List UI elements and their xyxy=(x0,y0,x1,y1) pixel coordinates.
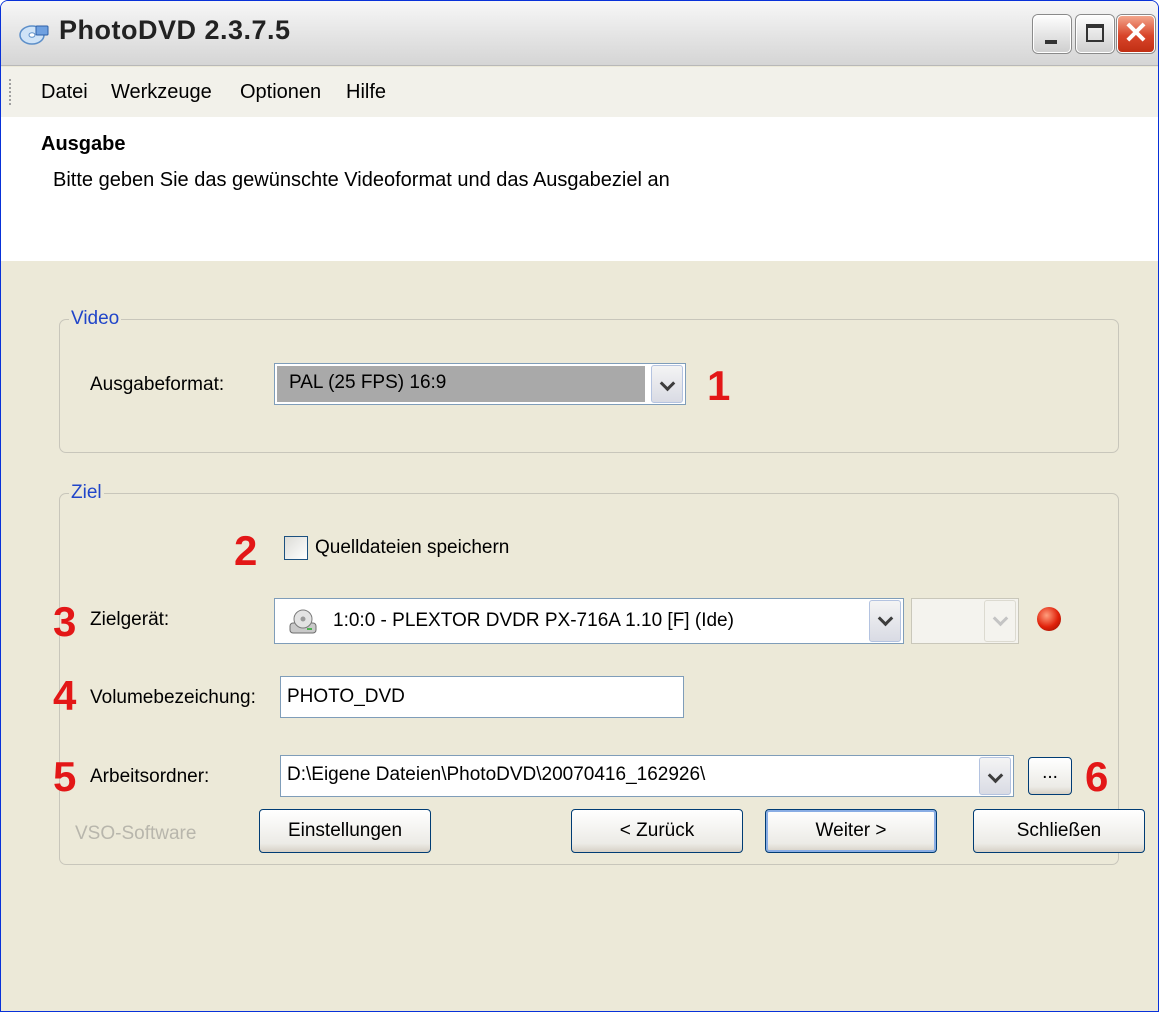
photodvd-app-icon xyxy=(19,25,49,45)
target-device-value: 1:0:0 - PLEXTOR DVDR PX-716A 1.10 [F] (I… xyxy=(333,610,734,631)
close-window-button[interactable]: ✕ xyxy=(1117,15,1155,53)
annotation-5: 5 xyxy=(53,753,77,800)
target-device-select[interactable]: 1:0:0 - PLEXTOR DVDR PX-716A 1.10 [F] (I… xyxy=(274,598,904,644)
annotation-3: 3 xyxy=(53,598,77,645)
status-led-icon xyxy=(1037,607,1061,631)
page-title: Ausgabe xyxy=(41,133,126,155)
menu-datei[interactable]: Datei xyxy=(41,81,88,104)
working-folder-select[interactable]: D:\Eigene Dateien\PhotoDVD\20070416_1629… xyxy=(280,755,1014,797)
video-group-legend: Video xyxy=(69,308,122,330)
save-sources-checkbox[interactable] xyxy=(284,536,308,560)
menu-hilfe[interactable]: Hilfe xyxy=(346,81,386,104)
menu-optionen[interactable]: Optionen xyxy=(240,81,321,104)
back-button-label: < Zurück xyxy=(619,820,695,841)
output-format-value: PAL (25 FPS) 16:9 xyxy=(289,372,447,393)
dvd-drive-icon xyxy=(289,609,317,634)
working-folder-label: Arbeitsordner: xyxy=(90,766,210,787)
wizard-header: Ausgabe Bitte geben Sie das gewünschte V… xyxy=(1,117,1158,261)
chevron-down-icon xyxy=(984,600,1016,642)
target-device-label: Zielgerät: xyxy=(90,609,170,630)
annotation-4: 4 xyxy=(53,672,77,719)
minimize-button[interactable] xyxy=(1033,15,1071,53)
title-bar[interactable]: PhotoDVD 2.3.7.5 ✕ xyxy=(1,1,1158,66)
output-format-select[interactable]: PAL (25 FPS) 16:9 xyxy=(274,363,686,405)
working-folder-value: D:\Eigene Dateien\PhotoDVD\20070416_1629… xyxy=(287,764,706,785)
annotation-6: 6 xyxy=(1085,753,1109,800)
chevron-down-icon[interactable] xyxy=(979,757,1011,795)
close-icon: ✕ xyxy=(1123,17,1149,50)
output-format-label: Ausgabeformat: xyxy=(90,374,225,395)
save-sources-label[interactable]: Quelldateien speichern xyxy=(315,537,509,559)
drive-speed-select xyxy=(911,598,1019,644)
volume-label-label: Volumebezeichung: xyxy=(90,687,256,708)
toolbar-grip[interactable] xyxy=(9,79,14,105)
close-button-label: Schließen xyxy=(1016,820,1102,841)
settings-button[interactable]: Einstellungen xyxy=(259,809,431,853)
back-button[interactable]: < Zurück xyxy=(571,809,743,853)
vso-software-brand: VSO-Software xyxy=(75,823,197,844)
chevron-down-icon[interactable] xyxy=(869,600,901,642)
window-title: PhotoDVD 2.3.7.5 xyxy=(59,15,291,45)
annotation-1: 1 xyxy=(707,362,731,409)
next-button[interactable]: Weiter > xyxy=(765,809,937,853)
close-button[interactable]: Schließen xyxy=(973,809,1145,853)
menu-bar: Datei Werkzeuge Optionen Hilfe xyxy=(1,67,1158,117)
page-subtitle: Bitte geben Sie das gewünschte Videoform… xyxy=(53,169,670,191)
settings-button-label: Einstellungen xyxy=(287,820,403,841)
chevron-down-icon[interactable] xyxy=(651,365,683,403)
annotation-2: 2 xyxy=(234,527,258,574)
maximize-button[interactable] xyxy=(1076,15,1114,53)
target-group-legend: Ziel xyxy=(69,482,104,504)
maximize-icon xyxy=(1086,24,1104,42)
minimize-icon xyxy=(1045,40,1057,44)
volume-label-input[interactable] xyxy=(280,676,684,718)
browse-folder-button[interactable]: ... xyxy=(1028,757,1072,795)
next-button-label: Weiter > xyxy=(815,820,887,841)
app-window: PhotoDVD 2.3.7.5 ✕ Datei Werkzeuge Optio… xyxy=(0,0,1159,1012)
menu-werkzeuge[interactable]: Werkzeuge xyxy=(111,81,212,104)
